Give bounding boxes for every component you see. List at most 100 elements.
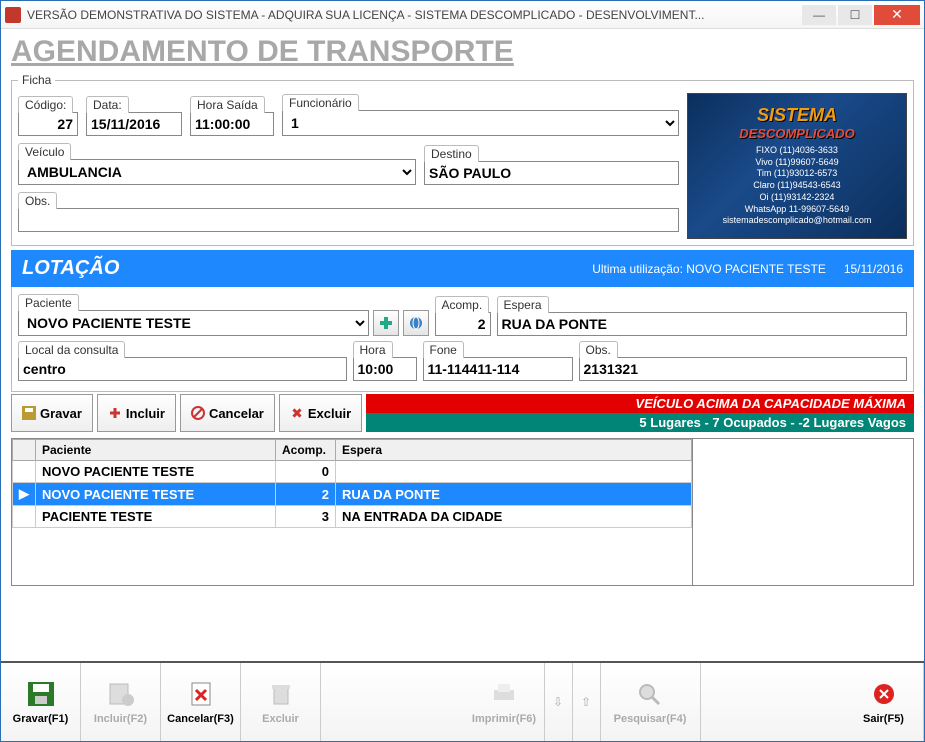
contact-line: Vivo (11)99607-5649 [723, 157, 872, 169]
app-icon [5, 7, 21, 23]
print-icon [487, 679, 521, 709]
local-label: Local da consulta [18, 341, 125, 358]
destino-input[interactable] [424, 161, 679, 185]
table-row[interactable]: PACIENTE TESTE3NA ENTRADA DA CIDADE [13, 506, 692, 528]
hora-label: Hora [353, 341, 393, 358]
fone-input[interactable] [423, 357, 573, 381]
veiculo-select[interactable]: AMBULANCIA [18, 159, 416, 185]
add-paciente-button[interactable] [373, 310, 399, 336]
search-paciente-button[interactable] [403, 310, 429, 336]
minimize-button[interactable]: — [802, 5, 836, 25]
incluir-button[interactable]: Incluir [97, 394, 176, 432]
arrow-up-icon: ⇧ [581, 695, 591, 709]
incluir-label: Incluir [126, 406, 165, 421]
grid-header-espera[interactable]: Espera [336, 440, 692, 461]
page-title: AGENDAMENTO DE TRANSPORTE [11, 35, 914, 69]
cell-espera: RUA DA PONTE [336, 483, 692, 506]
funcionario-label: Funcionário [282, 94, 359, 111]
gravar-button[interactable]: Gravar [11, 394, 93, 432]
plus-icon [108, 406, 122, 420]
obs2-input[interactable] [579, 357, 908, 381]
grid-header-acomp[interactable]: Acomp. [276, 440, 336, 461]
contact-line: sistemadescomplicado@hotmail.com [723, 215, 872, 227]
obs-label: Obs. [18, 192, 57, 209]
excluir-button[interactable]: Excluir [279, 394, 362, 432]
contact-line: WhatsApp 11-99607-5649 [723, 204, 872, 216]
row-marker: ▶ [13, 483, 36, 506]
acomp-input[interactable] [435, 312, 491, 336]
espera-input[interactable] [497, 312, 908, 336]
hora-input[interactable] [353, 357, 417, 381]
cell-paciente: PACIENTE TESTE [36, 506, 276, 528]
cell-acomp: 0 [276, 461, 336, 483]
bottom-excluir-button[interactable]: Excluir [241, 663, 321, 741]
trash-icon [264, 679, 298, 709]
codigo-input[interactable] [18, 112, 78, 136]
data-label: Data: [86, 96, 129, 113]
hora-saida-input[interactable] [190, 112, 274, 136]
lotacao-body: Paciente NOVO PACIENTE TESTE Acomp. [11, 287, 914, 392]
save-icon [22, 406, 36, 420]
cell-paciente: NOVO PACIENTE TESTE [36, 461, 276, 483]
titlebar: VERSÃO DEMONSTRATIVA DO SISTEMA - ADQUIR… [1, 1, 924, 29]
patients-grid[interactable]: Paciente Acomp. Espera NOVO PACIENTE TES… [12, 439, 692, 585]
cell-paciente: NOVO PACIENTE TESTE [36, 483, 276, 506]
bottom-cancelar-button[interactable]: Cancelar(F3) [161, 663, 241, 741]
contact-line: Tim (11)93012-6573 [723, 168, 872, 180]
table-row[interactable]: ▶NOVO PACIENTE TESTE2RUA DA PONTE [13, 483, 692, 506]
bottom-excluir-label: Excluir [262, 713, 299, 725]
bottom-sair-button[interactable]: Sair(F5) [844, 663, 924, 741]
obs-input[interactable] [18, 208, 679, 232]
maximize-button[interactable]: ☐ [838, 5, 872, 25]
nav-down-button[interactable]: ⇩ [545, 663, 573, 741]
exit-icon [867, 679, 901, 709]
row-marker [13, 506, 36, 528]
bottom-incluir-label: Incluir(F2) [94, 713, 147, 725]
grid-header-paciente[interactable]: Paciente [36, 440, 276, 461]
brand-name-1: SISTEMA [757, 105, 837, 125]
bottom-gravar-label: Gravar(F1) [13, 713, 69, 725]
contact-line: Oi (11)93142-2324 [723, 192, 872, 204]
espera-label: Espera [497, 296, 549, 313]
ficha-fieldset: Ficha Código: Data: Hora Saída [11, 73, 914, 246]
cancel-icon [191, 406, 205, 420]
acomp-label: Acomp. [435, 296, 490, 313]
bottom-pesquisar-label: Pesquisar(F4) [614, 713, 687, 725]
bottom-incluir-button[interactable]: Incluir(F2) [81, 663, 161, 741]
funcionario-select[interactable]: 1 [282, 110, 679, 136]
cancel-doc-icon [184, 679, 218, 709]
nav-up-button[interactable]: ⇧ [573, 663, 601, 741]
cell-espera [336, 461, 692, 483]
bottom-pesquisar-button[interactable]: Pesquisar(F4) [601, 663, 701, 741]
ultima-utilizacao: Ultima utilização: NOVO PACIENTE TESTE [592, 262, 826, 276]
over-capacity-warning: VEÍCULO ACIMA DA CAPACIDADE MÁXIMA [366, 394, 914, 413]
grid-marker-header [13, 440, 36, 461]
hora-saida-label: Hora Saída [190, 96, 265, 113]
cancelar-label: Cancelar [209, 406, 264, 421]
status-strip: VEÍCULO ACIMA DA CAPACIDADE MÁXIMA 5 Lug… [366, 394, 914, 432]
add-doc-icon [104, 679, 138, 709]
cancelar-button[interactable]: Cancelar [180, 394, 275, 432]
ultima-utilizacao-data: 15/11/2016 [844, 262, 903, 276]
paciente-label: Paciente [18, 294, 79, 311]
contact-line: FIXO (11)4036-3633 [723, 145, 872, 157]
globe-icon [409, 316, 423, 330]
local-input[interactable] [18, 357, 347, 381]
bottom-imprimir-button[interactable]: Imprimir(F6) [465, 663, 545, 741]
delete-icon [290, 406, 304, 420]
bottom-cancelar-label: Cancelar(F3) [167, 713, 234, 725]
ficha-legend: Ficha [18, 73, 55, 87]
obs2-label: Obs. [579, 341, 618, 358]
brand-contacts: FIXO (11)4036-3633 Vivo (11)99607-5649 T… [723, 145, 872, 227]
destino-label: Destino [424, 145, 479, 162]
close-button[interactable]: ✕ [874, 5, 920, 25]
table-row[interactable]: NOVO PACIENTE TESTE0 [13, 461, 692, 483]
codigo-label: Código: [18, 96, 73, 113]
arrow-down-icon: ⇩ [553, 695, 563, 709]
paciente-select[interactable]: NOVO PACIENTE TESTE [18, 310, 369, 336]
bottom-gravar-button[interactable]: Gravar(F1) [1, 663, 81, 741]
window-title: VERSÃO DEMONSTRATIVA DO SISTEMA - ADQUIR… [27, 8, 800, 22]
fone-label: Fone [423, 341, 464, 358]
bottom-imprimir-label: Imprimir(F6) [472, 713, 536, 725]
data-input[interactable] [86, 112, 182, 136]
